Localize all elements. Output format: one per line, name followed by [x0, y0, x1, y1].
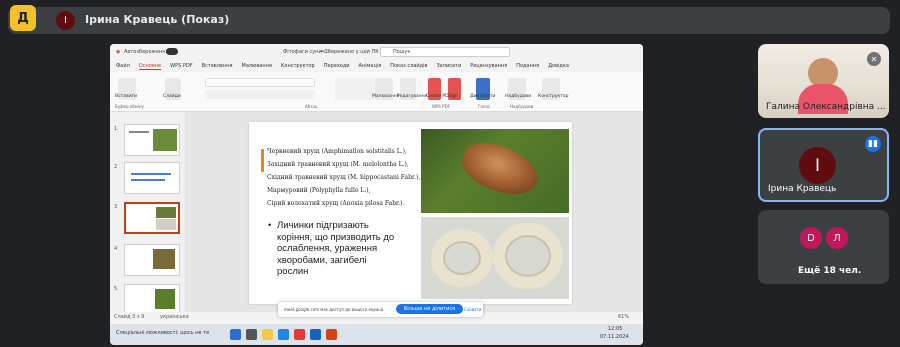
task-view-icon[interactable]	[246, 329, 257, 340]
tab-wps-pdf[interactable]: WPS PDF	[170, 63, 192, 69]
ppt-search-input[interactable]: Пошук	[380, 47, 510, 57]
participant-avatar: D	[800, 227, 822, 249]
taskbar-time: 12:05	[608, 326, 623, 332]
taskbar-search-label[interactable]: Спеціальні можливості: щось не те	[116, 330, 209, 336]
presenter-title: Ірина Кравець (Показ)	[85, 13, 230, 26]
slide-text-line: Червневий хрущ (Amphimallon solstitalis …	[267, 148, 407, 155]
ppt-menu-tabs: Файл Основне WPS PDF Вставлення Малюванн…	[110, 60, 643, 72]
beetle-image	[455, 134, 545, 204]
language-indicator[interactable]: українська	[160, 314, 189, 320]
slide-thumbnails-pane: 1 2 3 4 5	[110, 112, 185, 316]
slide-accent-bar	[261, 149, 264, 172]
larva-image	[493, 223, 563, 289]
font-format-buttons[interactable]	[205, 90, 315, 99]
slide-bullet: Личинки підгризають коріння, що призводи…	[268, 220, 399, 278]
chrome-icon[interactable]	[294, 329, 305, 340]
saved-status: • Збережено у цей ПК	[320, 49, 379, 55]
ppt-app-icon: ◉	[116, 49, 121, 55]
tab-design[interactable]: Конструктор	[281, 63, 315, 69]
thumb-number: 5	[114, 286, 118, 292]
slides-label: Слайди	[163, 94, 181, 99]
windows-start-icon[interactable]	[230, 329, 241, 340]
slide-bullet-text: Личинки підгризають коріння, що призводи…	[277, 220, 395, 277]
larva-image	[431, 229, 493, 287]
autosave-label: Автозбереження	[124, 49, 169, 55]
thumb-number: 1	[114, 126, 118, 132]
slide-thumbnail-selected[interactable]	[124, 202, 180, 234]
share-notice-text: meet.google.com має доступ до вашого екр…	[284, 307, 385, 312]
participant-tile[interactable]: ✕ Галина Олександрівна ...	[758, 44, 889, 118]
draw-label: Малювання	[372, 94, 400, 99]
participant-name: Ірина Кравець	[768, 184, 837, 194]
mic-off-icon: ✕	[867, 52, 881, 66]
larvae-photo	[421, 217, 569, 299]
slide-text-line: Сірий волохатий хрущ (Anoxia pilosa Fabr…	[267, 200, 405, 207]
tab-home[interactable]: Основне	[138, 63, 162, 70]
ppt-title-bar: ◉ Автозбереження Фітофаги сунич... • Збе…	[110, 44, 643, 60]
voice-group-label: Голос	[478, 104, 491, 109]
designer-label: Конструктор	[538, 94, 569, 99]
participant-avatar: І	[799, 147, 836, 184]
clipboard-group-label: Буфер обміну	[115, 104, 144, 109]
paste-label: Вставити	[115, 94, 138, 99]
stop-sharing-button[interactable]: Більше не ділитися	[396, 304, 463, 314]
paragraph-group-label: Абзац	[305, 104, 318, 109]
edge-icon[interactable]	[278, 329, 289, 340]
more-participants-tile[interactable]: D Л Ещё 18 чел.	[758, 210, 889, 284]
participant-avatar: Л	[826, 227, 848, 249]
powerpoint-icon[interactable]	[326, 329, 337, 340]
tab-insert[interactable]: Вставлення	[202, 63, 233, 69]
zoom-level[interactable]: 61%	[618, 314, 629, 320]
screen-share-notice: meet.google.com має доступ до вашого екр…	[278, 302, 483, 317]
dictate-label: Диктувати	[470, 94, 496, 99]
tab-review[interactable]: Рецензування	[470, 63, 507, 69]
tab-slideshow[interactable]: Показ слайдів	[390, 63, 427, 69]
more-participants-label: Ещё 18 чел.	[798, 266, 862, 276]
slide-thumbnail[interactable]	[124, 124, 180, 156]
file-explorer-icon[interactable]	[262, 329, 273, 340]
participant-tile-active[interactable]: І ▮▮ Ірина Кравець	[758, 128, 889, 202]
meet-home-button[interactable]: Д	[10, 5, 36, 31]
sign-label: Sign	[448, 94, 458, 99]
beetle-photo	[421, 129, 569, 213]
slide-text-line: Мармуровий (Polyphylla fullo L.),	[267, 187, 371, 194]
slide-thumbnail[interactable]	[124, 162, 180, 194]
tab-transitions[interactable]: Переходи	[324, 63, 350, 69]
tab-record[interactable]: Записати	[436, 63, 461, 69]
autosave-toggle[interactable]	[166, 48, 178, 55]
edit-label: Редагування	[397, 94, 428, 99]
participant-name: Галина Олександрівна ...	[766, 102, 886, 112]
tab-animations[interactable]: Анімація	[359, 63, 382, 69]
word-icon[interactable]	[310, 329, 321, 340]
tab-help[interactable]: Довідка	[548, 63, 569, 69]
font-controls[interactable]	[205, 78, 315, 87]
paragraph-controls[interactable]	[335, 78, 375, 100]
ppt-ribbon: Вставити Слайди Малювання Редагування Cr…	[110, 72, 643, 112]
addins-group-label: Надбудови	[510, 104, 534, 109]
slide-text-line: Західний травневий хрущ (M. melolontha L…	[267, 161, 409, 168]
wps-pdf-group-label: WPS PDF	[432, 104, 450, 109]
tab-file[interactable]: Файл	[116, 63, 130, 69]
tab-draw[interactable]: Малювання	[242, 63, 272, 69]
tab-view[interactable]: Подання	[516, 63, 539, 69]
ppt-workspace: 1 2 3 4 5 Червневий хрущ (Amphimallon so…	[110, 112, 643, 316]
taskbar-date: 07.11.2024	[600, 334, 629, 340]
thumb-number: 2	[114, 164, 118, 170]
speaking-indicator-icon: ▮▮	[865, 136, 881, 152]
thumb-number: 4	[114, 246, 118, 252]
slide-thumbnail[interactable]	[124, 244, 180, 276]
slide-count: Слайд 3 з 9	[114, 314, 145, 320]
slide-text-line: Східний травневий хрущ (M. hippocastani …	[267, 174, 421, 181]
thumb-number: 3	[114, 204, 118, 210]
windows-taskbar: Спеціальні можливості: щось не те 12:05 …	[110, 324, 643, 345]
current-slide[interactable]: Червневий хрущ (Amphimallon solstitalis …	[249, 122, 572, 304]
shared-screen: ◉ Автозбереження Фітофаги сунич... • Збе…	[110, 44, 643, 345]
hide-notice-link[interactable]: Сховати	[464, 307, 481, 312]
presenter-avatar: І	[56, 11, 75, 30]
addins-label: Надбудови	[505, 94, 532, 99]
